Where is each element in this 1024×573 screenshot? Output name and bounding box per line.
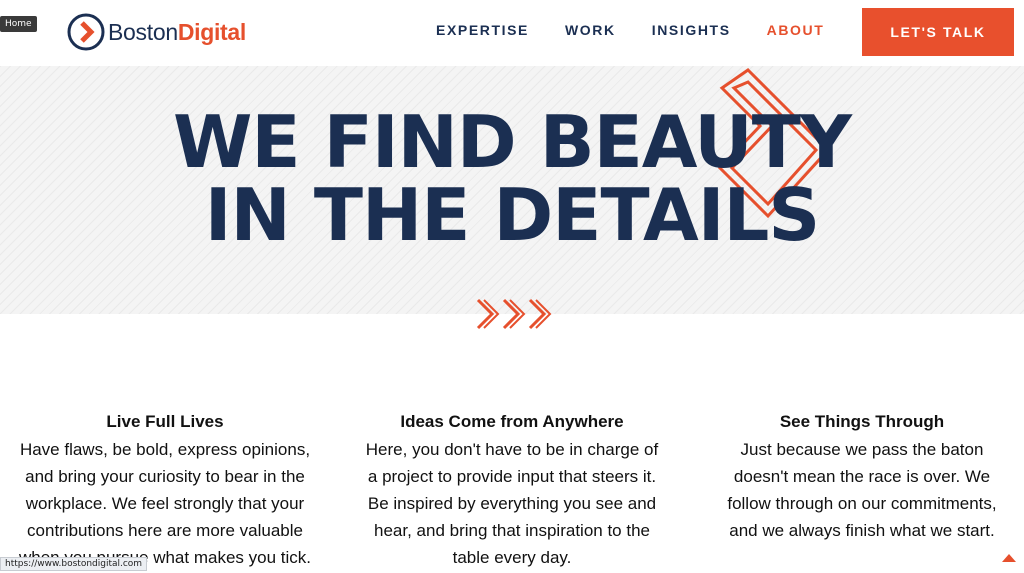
main-nav: EXPERTISE WORK INSIGHTS ABOUT	[436, 22, 860, 38]
value-line: hear, and bring that inspiration to the	[374, 521, 650, 540]
hero-line-2: IN THE DETAILS	[204, 173, 820, 258]
value-line: doesn't mean the race is over. We	[733, 467, 991, 486]
value-title: Live Full Lives	[106, 412, 224, 431]
nav-insights[interactable]: INSIGHTS	[652, 22, 731, 38]
arrow-up-icon	[1002, 554, 1016, 562]
status-bar-url: https://www.bostondigital.com	[0, 557, 148, 571]
chevron-circle-logo-icon	[67, 13, 105, 51]
hero-heading: WE FIND BEAUTY IN THE DETAILS	[0, 105, 1024, 253]
value-body: Here, you don't have to be in charge of …	[347, 436, 677, 571]
value-column-see-things-through: See Things Through Just because we pass …	[697, 410, 1024, 544]
back-to-top-button[interactable]	[994, 543, 1024, 573]
value-line: a project to provide input that steers i…	[367, 467, 657, 486]
logo[interactable]: BostonDigital	[66, 11, 246, 53]
nav-expertise[interactable]: EXPERTISE	[436, 22, 529, 38]
value-line: Have flaws, be bold, express opinions,	[19, 440, 311, 459]
value-line: Just because we pass the baton	[740, 440, 984, 459]
value-title: See Things Through	[779, 412, 945, 431]
value-line: and bring your curiosity to bear in the	[25, 467, 305, 486]
hero: WE FIND BEAUTY IN THE DETAILS	[0, 66, 1024, 314]
logo-word-boston: Boston	[108, 18, 178, 45]
triple-chevron-icon[interactable]	[474, 296, 552, 332]
logo-wordmark: BostonDigital	[108, 19, 246, 46]
logo-word-digital: Digital	[177, 18, 246, 45]
value-line: and we always finish what we start.	[729, 521, 995, 540]
value-line: follow through on our commitments,	[727, 494, 997, 513]
value-line: Here, you don't have to be in charge of	[365, 440, 659, 459]
nav-work[interactable]: WORK	[565, 22, 616, 38]
value-body: Just because we pass the baton doesn't m…	[697, 436, 1024, 544]
site-header: BostonDigital EXPERTISE WORK INSIGHTS AB…	[0, 0, 1024, 66]
value-title: Ideas Come from Anywhere	[400, 412, 624, 431]
value-line: workplace. We feel strongly that your	[25, 494, 305, 513]
value-line: contributions here are more valuable	[27, 521, 303, 540]
value-line: table every day.	[452, 548, 572, 567]
value-line: Be inspired by everything you see and	[367, 494, 657, 513]
nav-about[interactable]: ABOUT	[767, 22, 825, 38]
home-tooltip: Home	[0, 16, 37, 32]
lets-talk-button[interactable]: LET'S TALK	[862, 8, 1014, 56]
hero-line-1: WE FIND BEAUTY	[172, 100, 852, 184]
value-column-ideas-come-from-anywhere: Ideas Come from Anywhere Here, you don't…	[347, 410, 677, 571]
value-column-live-full-lives: Live Full Lives Have flaws, be bold, exp…	[0, 410, 330, 571]
value-body: Have flaws, be bold, express opinions, a…	[0, 436, 330, 571]
